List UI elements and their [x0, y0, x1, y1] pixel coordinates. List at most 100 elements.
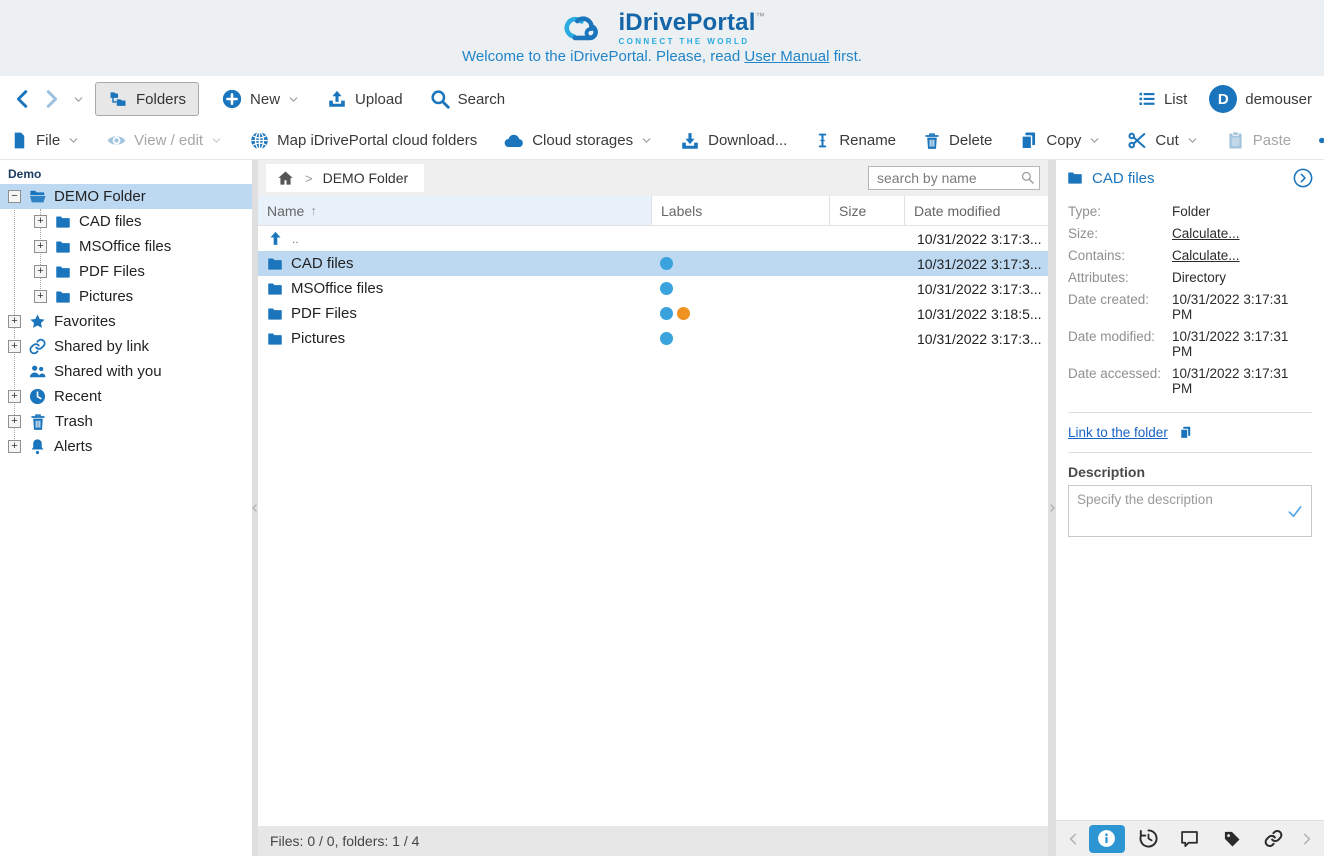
confirm-check-icon[interactable]	[1286, 502, 1304, 520]
chevron-down-icon[interactable]	[1088, 134, 1101, 147]
tag-icon	[1222, 829, 1242, 849]
description-editor	[1056, 485, 1324, 542]
toolbar-item-rename[interactable]: Rename	[813, 131, 896, 150]
user-manual-link[interactable]: User Manual	[744, 48, 829, 65]
tree-expander[interactable]: +	[8, 440, 21, 453]
tree-expander[interactable]: +	[8, 315, 21, 328]
tree-expander[interactable]: +	[34, 290, 47, 303]
calculate-link[interactable]: Calculate...	[1172, 248, 1240, 263]
sidebar-item-msoffice-files[interactable]: +MSOffice files	[0, 234, 252, 259]
details-tab-history[interactable]	[1128, 825, 1170, 853]
avatar: D	[1209, 85, 1237, 113]
sidebar-item-label: Trash	[55, 413, 93, 430]
forward-button[interactable]	[40, 88, 62, 110]
sidebar-item-trash[interactable]: + Trash	[0, 409, 252, 434]
breadcrumb-current[interactable]: DEMO Folder	[323, 170, 409, 186]
rename-icon	[813, 131, 832, 150]
toolbar-item-file[interactable]: File	[10, 131, 80, 150]
tree-expander[interactable]: +	[8, 340, 21, 353]
folders-button[interactable]: Folders	[95, 82, 199, 116]
details-tab-comment[interactable]	[1169, 825, 1211, 853]
new-button[interactable]: New	[221, 88, 300, 110]
brand-trademark: ™	[756, 11, 765, 21]
paste-icon	[1225, 130, 1246, 151]
list-view-button[interactable]: List	[1137, 89, 1187, 109]
sidebar-item-shared-with-you[interactable]: Shared with you	[0, 359, 252, 384]
calculate-link[interactable]: Calculate...	[1172, 226, 1240, 241]
chevron-down-icon[interactable]	[67, 134, 80, 147]
table-row-msoffice-files[interactable]: MSOffice files10/31/2022 3:17:3...	[258, 276, 1048, 301]
folders-button-label: Folders	[136, 91, 186, 108]
sidebar-item-shared-by-link[interactable]: +Shared by link	[0, 334, 252, 359]
file-icon	[10, 131, 29, 150]
up-level-icon	[266, 229, 285, 248]
sidebar-item-pdf-files[interactable]: +PDF Files	[0, 259, 252, 284]
tabs-scroll-left-button[interactable]	[1062, 831, 1086, 847]
history-dropdown-button[interactable]	[72, 93, 85, 106]
right-splitter[interactable]	[1048, 160, 1056, 856]
search-by-name-input[interactable]	[868, 166, 1040, 190]
label-dot-blue[interactable]	[660, 307, 673, 320]
details-tab-info[interactable]	[1086, 825, 1128, 853]
table-row-[interactable]: ..10/31/2022 3:17:3...	[258, 226, 1048, 251]
tabs-scroll-right-button[interactable]	[1294, 831, 1318, 847]
sidebar-item-cad-files[interactable]: +CAD files	[0, 209, 252, 234]
details-tab-link[interactable]	[1252, 825, 1294, 853]
column-header-labels[interactable]: Labels	[652, 196, 830, 225]
toolbar-item-copy[interactable]: Copy	[1018, 130, 1101, 151]
upload-button[interactable]: Upload	[326, 88, 403, 110]
column-header-date-modified[interactable]: Date modified	[905, 196, 1048, 225]
tree-expander[interactable]: +	[8, 390, 21, 403]
file-name: MSOffice files	[291, 280, 383, 297]
detail-field-date-accessed: Date accessed:10/31/2022 3:17:31 PM	[1068, 366, 1312, 396]
column-header-name[interactable]: Name ↑	[258, 196, 652, 225]
sidebar-item-pictures[interactable]: +Pictures	[0, 284, 252, 309]
label-dot-blue[interactable]	[660, 257, 673, 270]
tree-expander[interactable]: −	[8, 190, 21, 203]
open-details-button[interactable]	[1292, 167, 1314, 189]
chevron-down-icon[interactable]	[210, 134, 223, 147]
column-header-size[interactable]: Size	[830, 196, 905, 225]
folder-icon	[266, 305, 284, 323]
label-dot-orange[interactable]	[677, 307, 690, 320]
toolbar-item-map-idriveportal-cloud-folders[interactable]: Map iDrivePortal cloud folders	[249, 130, 477, 151]
toolbar-item-download[interactable]: Download...	[679, 130, 787, 152]
label-dot-blue[interactable]	[660, 282, 673, 295]
tree-expander[interactable]: +	[8, 415, 21, 428]
tree-expander[interactable]: +	[34, 215, 47, 228]
sidebar-item-demo-folder[interactable]: −DEMO Folder	[0, 184, 252, 209]
toolbar-item-cloud-storages[interactable]: Cloud storages	[503, 130, 653, 152]
user-menu[interactable]: D demouser	[1209, 85, 1312, 113]
chevron-down-icon[interactable]	[1186, 134, 1199, 147]
tree-expander[interactable]: +	[34, 265, 47, 278]
toolbar-item-cut[interactable]: Cut	[1127, 130, 1198, 151]
table-row-pictures[interactable]: Pictures10/31/2022 3:17:3...	[258, 326, 1048, 351]
chevron-down-icon[interactable]	[640, 134, 653, 147]
people-icon	[28, 362, 47, 381]
home-icon[interactable]	[276, 169, 295, 188]
toolbar-item-share[interactable]: Share	[1317, 130, 1324, 151]
copy-link-icon[interactable]	[1178, 425, 1193, 440]
download-icon	[679, 130, 701, 152]
details-tab-bar	[1056, 820, 1324, 856]
tree-expander[interactable]: +	[34, 240, 47, 253]
search-icon	[429, 88, 451, 110]
details-tab-tag[interactable]	[1211, 825, 1253, 853]
tree-section-label: Demo	[0, 164, 252, 184]
search-button[interactable]: Search	[429, 88, 506, 110]
file-list-panel: > DEMO Folder Name ↑ Labels Size Date mo…	[258, 160, 1048, 856]
table-row-cad-files[interactable]: CAD files10/31/2022 3:17:3...	[258, 251, 1048, 276]
description-input[interactable]	[1068, 485, 1312, 537]
detail-value: Directory	[1172, 270, 1226, 285]
sidebar-item-recent[interactable]: +Recent	[0, 384, 252, 409]
search-icon[interactable]	[1020, 170, 1035, 185]
toolbar-item-delete[interactable]: Delete	[922, 131, 992, 151]
back-button[interactable]	[12, 88, 34, 110]
sidebar-item-alerts[interactable]: +Alerts	[0, 434, 252, 459]
label-dot-blue[interactable]	[660, 332, 673, 345]
chevron-down-icon[interactable]	[287, 93, 300, 106]
table-row-pdf-files[interactable]: PDF Files10/31/2022 3:18:5...	[258, 301, 1048, 326]
link-to-folder[interactable]: Link to the folder	[1068, 425, 1168, 440]
clock-icon	[28, 387, 47, 406]
sidebar-item-favorites[interactable]: +Favorites	[0, 309, 252, 334]
